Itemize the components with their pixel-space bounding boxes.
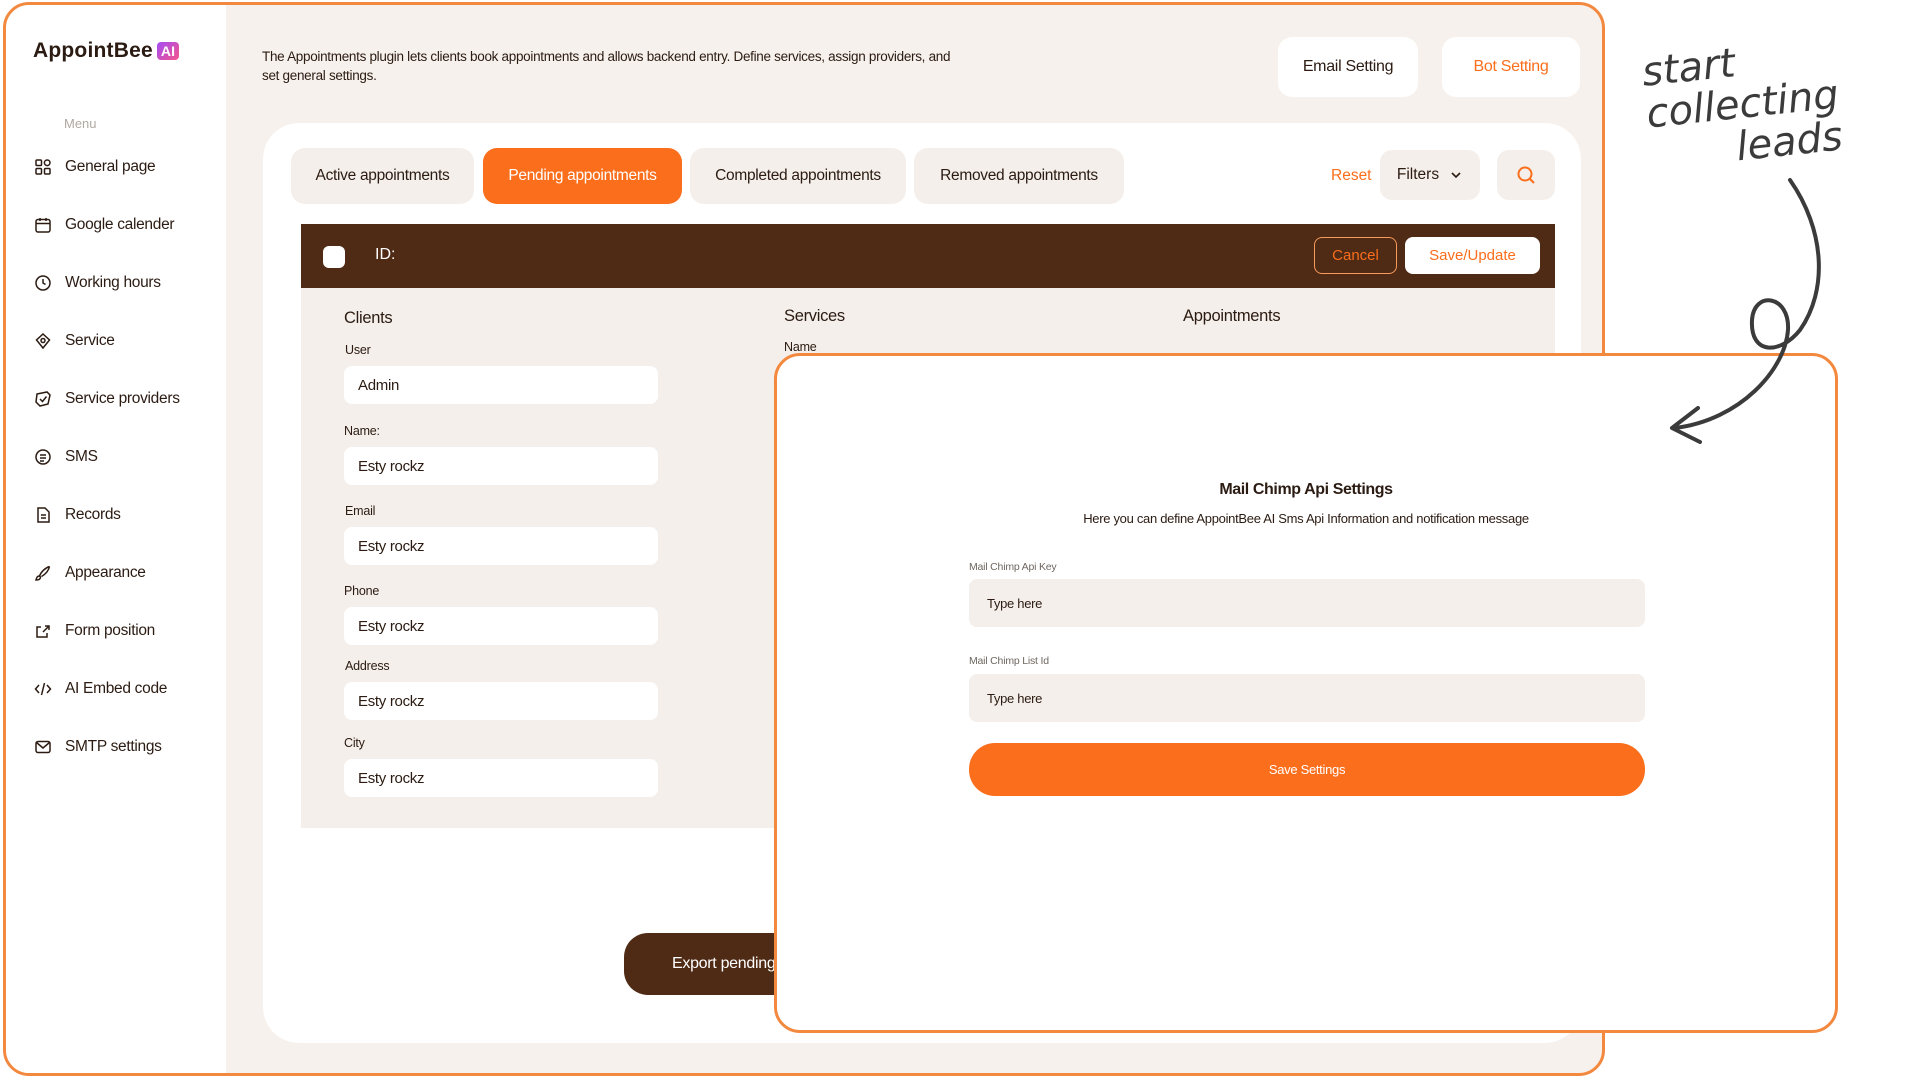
calendar-icon [35,218,51,233]
search-button[interactable] [1497,150,1555,200]
record-bar: ID: Cancel Save/Update [301,224,1555,288]
user-field[interactable]: Admin [344,366,658,404]
brush-icon [35,565,51,581]
email-field[interactable]: Esty rockz [344,527,658,565]
brand-name: AppointBee [33,39,153,62]
sidebar-item-label: Service [65,332,115,349]
phone-label: Phone [344,584,380,598]
code-icon [34,682,52,696]
sidebar-item-google-calender[interactable]: Google calender [34,213,175,237]
tab-active-appointments[interactable]: Active appointments [291,148,474,204]
mail-icon [35,740,51,754]
sidebar-item-records[interactable]: Records [34,503,121,527]
phone-field[interactable]: Esty rockz [344,607,658,645]
email-label: Email [345,504,376,518]
sidebar-item-form-position[interactable]: Form position [34,619,155,643]
filters-dropdown[interactable]: Filters [1380,150,1480,200]
clients-heading: Clients [344,309,393,327]
sidebar-item-label: Service providers [65,390,180,407]
sidebar-item-label: Form position [65,622,155,639]
record-id-label: ID: [375,246,396,263]
service-name-label: Name [784,340,817,354]
sidebar-item-label: SMTP settings [65,738,162,755]
api-key-input[interactable] [969,579,1645,627]
sidebar-item-working-hours[interactable]: Working hours [34,271,161,295]
service-icon [35,332,51,350]
tab-pending-appointments[interactable]: Pending appointments [483,148,682,204]
sidebar-item-label: Working hours [65,274,161,291]
share-icon [36,625,50,638]
list-id-input[interactable] [969,674,1645,722]
shield-check-icon [35,391,51,407]
email-setting-button[interactable]: Email Setting [1278,37,1418,97]
save-update-button[interactable]: Save/Update [1405,237,1540,274]
grid-icon [35,159,51,175]
sidebar-item-service[interactable]: Service [34,329,115,353]
reset-link[interactable]: Reset [1331,167,1372,185]
user-label: User [345,343,371,357]
sidebar-item-ai-embed-code[interactable]: AI Embed code [34,677,167,701]
cancel-button[interactable]: Cancel [1314,237,1397,274]
filters-label: Filters [1396,166,1440,183]
clock-icon [35,275,51,291]
tab-removed-appointments[interactable]: Removed appointments [914,148,1124,204]
sidebar-item-appearance[interactable]: Appearance [34,561,146,585]
appointments-heading: Appointments [1183,307,1281,325]
brand-badge: AI [156,42,180,60]
services-heading: Services [784,307,845,325]
api-key-label: Mail Chimp Api Key [969,561,1057,573]
chevron-down-icon [1451,172,1461,179]
sidebar-item-service-providers[interactable]: Service providers [34,387,180,411]
sidebar-item-label: Google calender [65,216,175,233]
city-field[interactable]: Esty rockz [344,759,658,797]
list-id-label: Mail Chimp List Id [969,655,1049,667]
modal-subtitle: Here you can define AppointBee AI Sms Ap… [1083,511,1529,526]
sidebar-item-label: AI Embed code [65,680,168,697]
sidebar-item-sms[interactable]: SMS [34,445,98,469]
brand-logo[interactable]: AppointBee AI [33,39,180,63]
modal-title: Mail Chimp Api Settings [1219,481,1393,498]
bot-setting-button[interactable]: Bot Setting [1442,37,1580,97]
address-label: Address [345,659,390,673]
menu-title: Menu [64,116,97,131]
tab-completed-appointments[interactable]: Completed appointments [690,148,906,204]
annotation-text: start collecting leads [1640,25,1912,177]
sidebar-item-general-page[interactable]: General page [34,155,156,179]
sidebar-item-label: Records [65,506,121,523]
sidebar-item-label: Appearance [65,564,146,581]
select-checkbox[interactable] [323,246,345,268]
curly-arrow-icon [1670,178,1821,444]
name-label: Name: [344,424,380,438]
address-field[interactable]: Esty rockz [344,682,658,720]
sidebar-item-label: SMS [65,448,98,465]
city-label: City [344,736,365,750]
search-icon [1517,166,1535,184]
document-icon [37,507,50,523]
sidebar: AppointBee AI Menu General page Google c… [6,5,226,1073]
save-settings-button[interactable]: Save Settings [969,743,1645,796]
sidebar-item-label: General page [65,158,156,175]
sms-icon [35,449,51,465]
intro-text: The Appointments plugin lets clients boo… [262,49,951,83]
sidebar-item-smtp-settings[interactable]: SMTP settings [34,735,162,759]
name-field[interactable]: Esty rockz [344,447,658,485]
